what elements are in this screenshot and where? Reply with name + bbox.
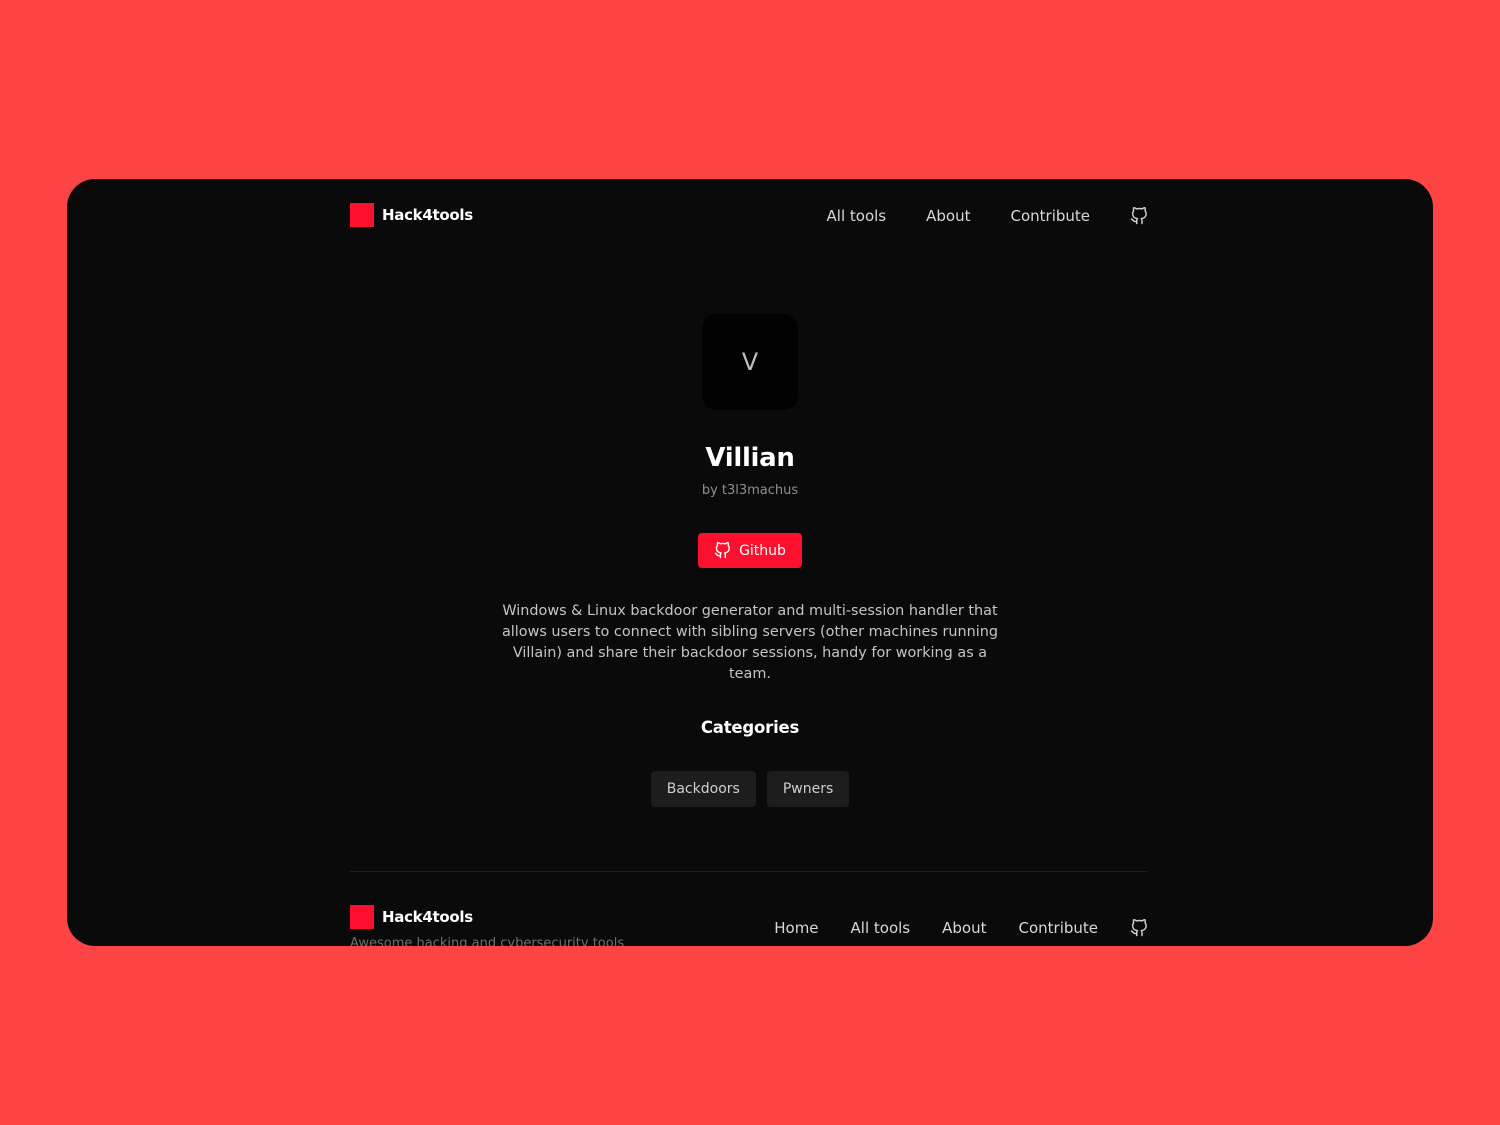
tool-description: Windows & Linux backdoor generator and m… [501, 603, 999, 682]
footer-link-contribute[interactable]: Contribute [1018, 919, 1098, 937]
tool-avatar-letter: V [741, 348, 759, 376]
footer-brand-link[interactable]: Hack4tools [350, 905, 473, 929]
logo-square-icon [350, 203, 374, 227]
site-header: Hack4tools All tools About Contribute [350, 203, 1148, 229]
logo-square-icon [350, 905, 374, 929]
category-tag-backdoors[interactable]: Backdoors [650, 771, 756, 807]
categories-heading: Categories [700, 718, 800, 737]
footer-divider [350, 871, 1148, 872]
footer-link-all-tools[interactable]: All tools [851, 919, 911, 937]
footer-tagline: Awesome hacking and cybersecurity tools [350, 936, 625, 946]
github-button[interactable]: Github [698, 533, 802, 568]
nav-link-contribute[interactable]: Contribute [1010, 207, 1090, 225]
footer-brand-name: Hack4tools [382, 908, 473, 926]
brand-logo-link[interactable]: Hack4tools [350, 203, 473, 227]
github-icon[interactable] [1130, 918, 1148, 938]
nav-link-all-tools[interactable]: All tools [827, 207, 887, 225]
github-icon[interactable] [1130, 206, 1148, 226]
footer-link-about[interactable]: About [942, 919, 986, 937]
browser-window: Hack4tools All tools About Contribute V … [67, 179, 1433, 946]
category-tag-pwners[interactable]: Pwners [766, 771, 850, 807]
nav-link-about[interactable]: About [926, 207, 970, 225]
github-icon [714, 541, 730, 559]
footer-nav: Home All tools About Contribute [774, 915, 1148, 941]
category-tags: Backdoors Pwners [67, 771, 1433, 807]
tool-title: Villian [705, 443, 795, 473]
github-button-label: Github [739, 542, 786, 559]
main-nav: All tools About Contribute [827, 203, 1148, 229]
brand-name: Hack4tools [382, 206, 473, 224]
tool-author: by t3l3machus [701, 483, 799, 498]
tool-avatar: V [702, 314, 798, 410]
footer-link-home[interactable]: Home [774, 919, 818, 937]
